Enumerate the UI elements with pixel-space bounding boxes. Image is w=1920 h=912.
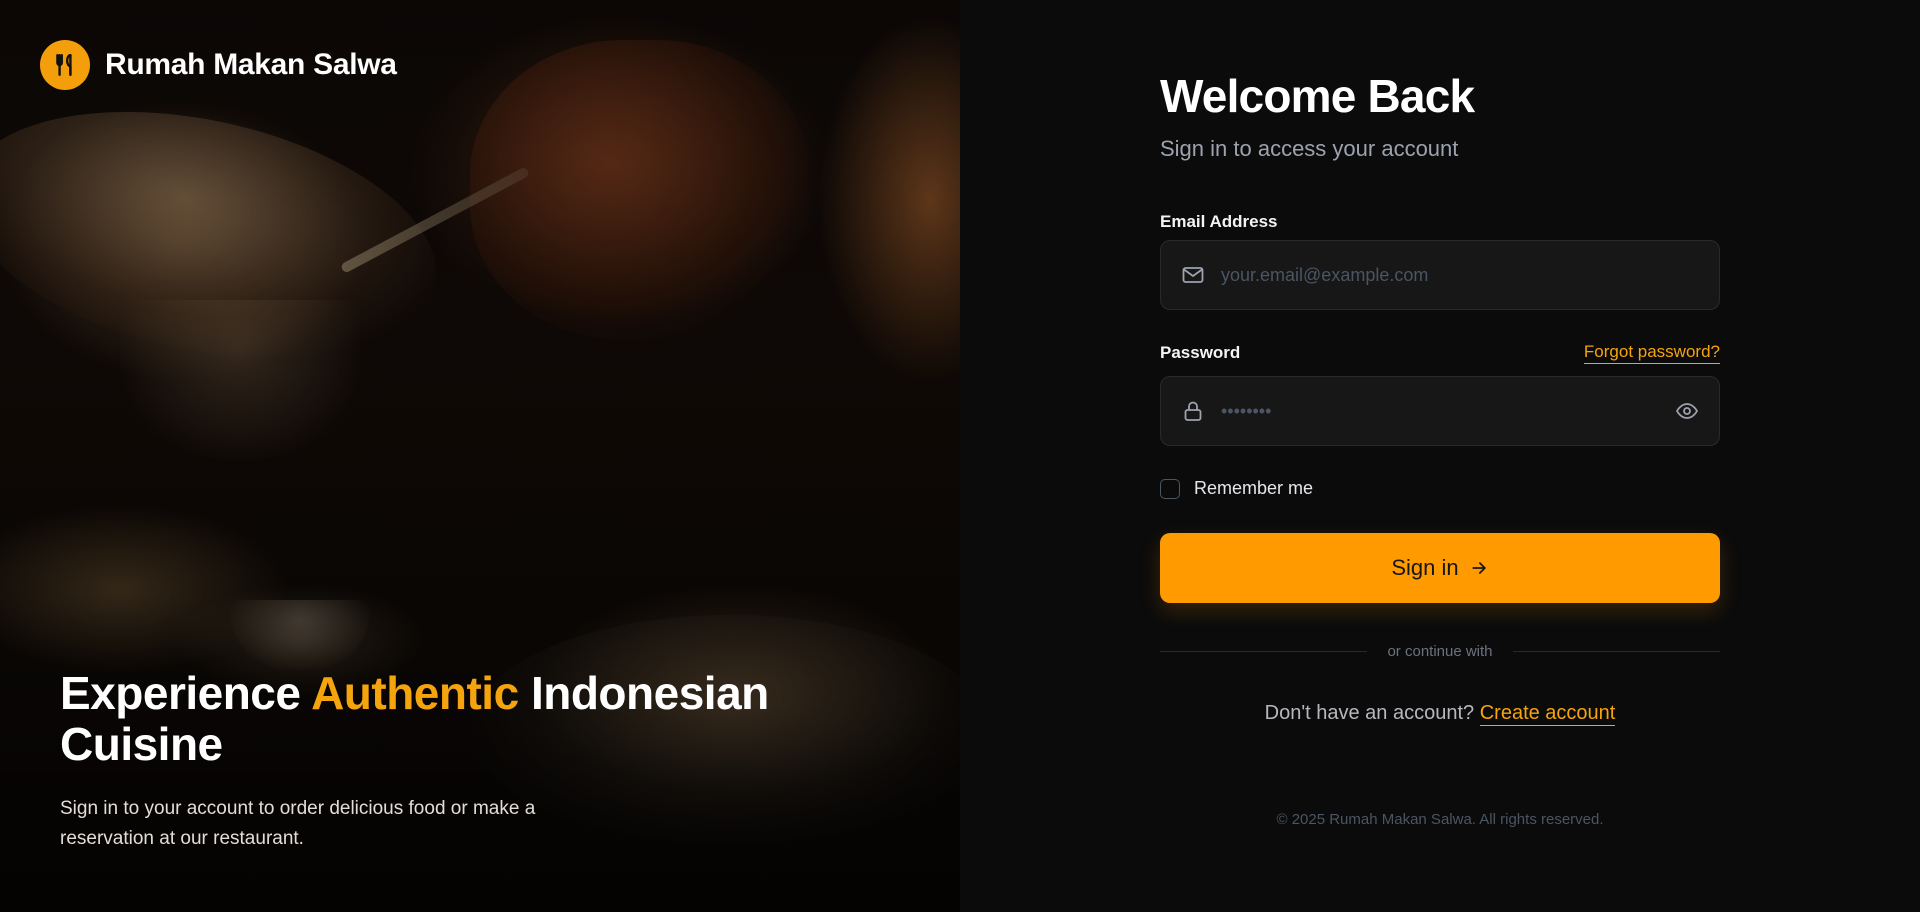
lock-icon <box>1181 399 1205 423</box>
signup-prompt: Don't have an account? <box>1264 702 1475 724</box>
divider-line-right <box>1512 651 1720 652</box>
divider: or continue with <box>1160 643 1720 660</box>
signin-button-label: Sign in <box>1391 555 1459 580</box>
divider-text: or continue with <box>1387 643 1493 660</box>
login-page: Rumah Makan Salwa Experience Authentic I… <box>0 0 1920 912</box>
hero-title-part1: Experience <box>60 667 312 719</box>
fork-knife-icon <box>40 40 90 90</box>
footer-copyright: © 2025 Rumah Makan Salwa. All rights res… <box>1276 811 1604 828</box>
brand-name: Rumah Makan Salwa <box>105 48 397 81</box>
password-label: Password <box>1160 343 1241 362</box>
hero-title: Experience Authentic Indonesian Cuisine <box>60 668 820 770</box>
email-input[interactable] <box>1221 264 1699 286</box>
remember-checkbox[interactable] <box>1160 478 1180 499</box>
remember-row: Remember me <box>1160 478 1720 499</box>
signin-button[interactable]: Sign in <box>1160 533 1720 603</box>
divider-line-left <box>1160 651 1368 652</box>
mail-icon <box>1181 263 1205 287</box>
password-input-box[interactable] <box>1160 376 1720 446</box>
forgot-password-link[interactable]: Forgot password? <box>1583 342 1720 364</box>
create-account-link[interactable]: Create account <box>1479 702 1616 726</box>
form-subtitle: Sign in to access your account <box>1160 136 1459 161</box>
hero-title-accent: Authentic <box>311 667 519 719</box>
password-group: Password Forgot password? <box>1160 342 1720 446</box>
hero-panel: Rumah Makan Salwa Experience Authentic I… <box>0 0 960 912</box>
eye-icon[interactable] <box>1675 399 1699 423</box>
brand[interactable]: Rumah Makan Salwa <box>40 40 397 90</box>
email-group: Email Address <box>1160 212 1720 310</box>
submit-wrap: Sign in <box>1160 533 1720 603</box>
hero-copy: Experience Authentic Indonesian Cuisine … <box>60 668 820 854</box>
signin-panel: Welcome Back Sign in to access your acco… <box>960 0 1920 912</box>
signup-row: Don't have an account? Create account <box>1160 702 1720 726</box>
hero-subtitle: Sign in to your account to order delicio… <box>60 798 536 849</box>
arrow-right-icon <box>1469 558 1489 578</box>
email-label: Email Address <box>1160 212 1278 231</box>
signin-form: Welcome Back Sign in to access your acco… <box>1160 68 1720 828</box>
password-input[interactable] <box>1221 400 1659 422</box>
password-label-row: Password Forgot password? <box>1160 342 1720 364</box>
form-title: Welcome Back <box>1160 70 1475 122</box>
remember-label[interactable]: Remember me <box>1194 478 1313 499</box>
email-input-box[interactable] <box>1160 240 1720 310</box>
